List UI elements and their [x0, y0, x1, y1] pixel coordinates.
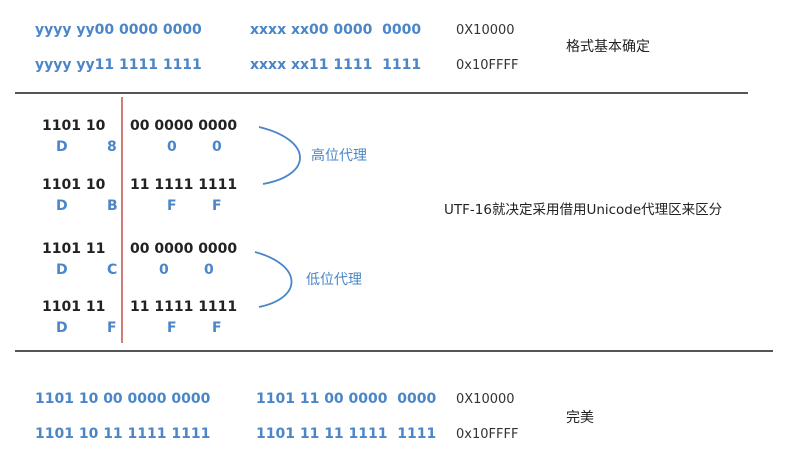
bottom-row1-col1: 1101 10 00 0000 0000: [35, 391, 211, 407]
bottom-label: 完美: [566, 410, 594, 426]
middle-diagram-lines: [121, 97, 301, 343]
utf16-note: UTF-16就决定采用借用Unicode代理区来区分: [444, 202, 723, 218]
low-surrogate-bracket: [254, 251, 293, 308]
bottom-row2-col2: 1101 11 11 1111 1111: [256, 426, 437, 442]
high-surrogate-bracket: [258, 126, 301, 185]
low-surrogate-label: 低位代理: [306, 272, 362, 288]
bottom-row1-hex: 0X10000: [456, 392, 515, 407]
bottom-divider: [15, 350, 773, 352]
high-surrogate-label: 高位代理: [311, 148, 367, 164]
bottom-row1-col2: 1101 11 00 0000 0000: [256, 391, 437, 407]
bottom-row2-hex: 0x10FFFF: [456, 427, 519, 442]
bottom-row2-col1: 1101 10 11 1111 1111: [35, 426, 211, 442]
